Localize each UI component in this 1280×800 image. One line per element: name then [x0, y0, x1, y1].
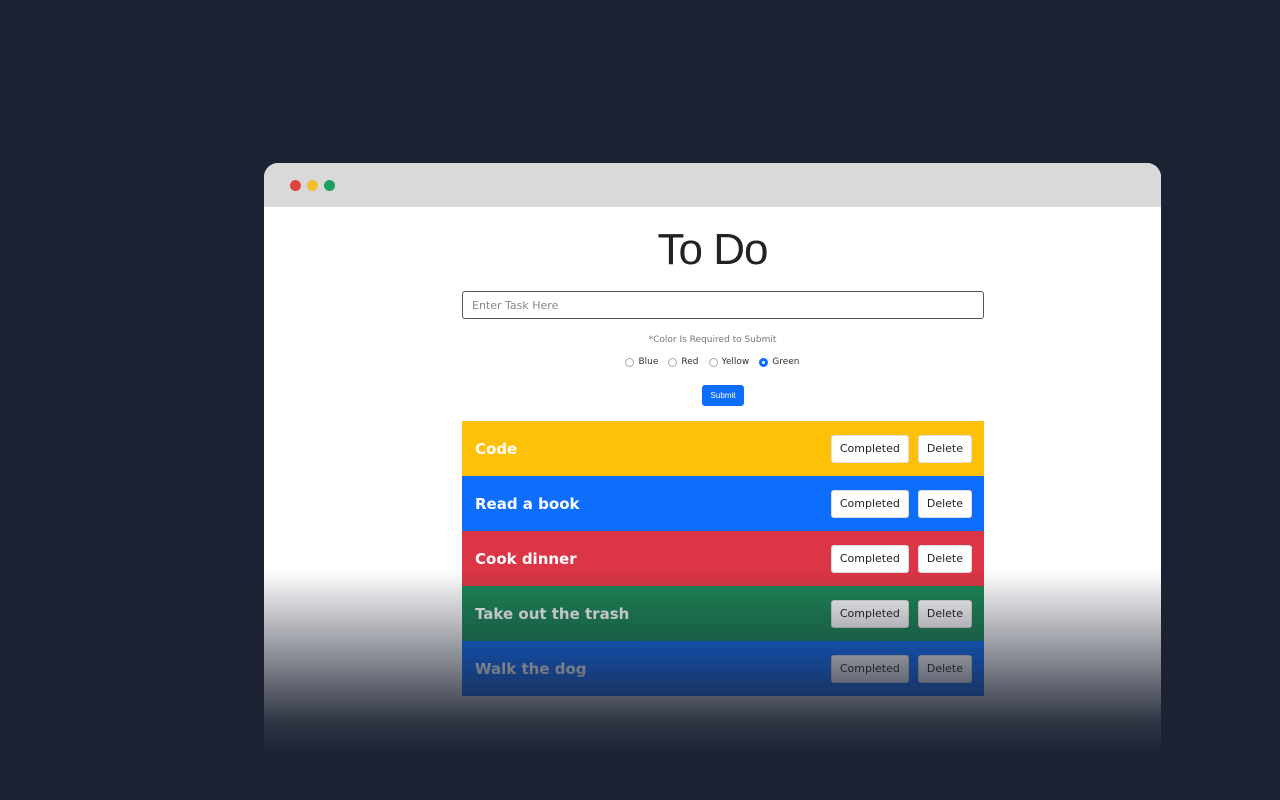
task-name: Read a book: [475, 494, 580, 513]
radio-yellow[interactable]: Yellow: [708, 357, 750, 367]
delete-button[interactable]: Delete: [917, 544, 972, 573]
title-bar: [264, 163, 1161, 207]
task-name: Code: [475, 439, 518, 458]
radio-green[interactable]: Green: [759, 357, 800, 367]
radio-label: Yellow: [721, 357, 750, 367]
completed-button[interactable]: Completed: [830, 434, 909, 463]
radio-label: Blue: [638, 357, 659, 367]
delete-button[interactable]: Delete: [917, 489, 972, 518]
radio-circle-icon[interactable]: [708, 357, 718, 367]
task-item: Walk the dog Completed Delete: [462, 641, 984, 696]
color-required-note: *Color Is Required to Submit: [648, 335, 777, 345]
radio-circle-icon[interactable]: [759, 357, 769, 367]
completed-button[interactable]: Completed: [830, 489, 909, 518]
task-item: Read a book Completed Delete: [462, 476, 984, 531]
completed-button[interactable]: Completed: [830, 654, 909, 683]
maximize-dot-icon[interactable]: [324, 180, 335, 191]
task-name: Take out the trash: [475, 604, 630, 623]
radio-circle-icon[interactable]: [668, 357, 678, 367]
task-item: Cook dinner Completed Delete: [462, 531, 984, 586]
radio-red[interactable]: Red: [668, 357, 699, 367]
radio-label: Red: [681, 357, 699, 367]
task-item: Code Completed Delete: [462, 421, 984, 476]
task-item: Take out the trash Completed Delete: [462, 586, 984, 641]
radio-label: Green: [772, 357, 800, 367]
page-title: To Do: [657, 225, 769, 274]
browser-window: To Do *Color Is Required to Submit Blue R…: [264, 163, 1161, 763]
delete-button[interactable]: Delete: [917, 654, 972, 683]
task-list: Code Completed Delete Read a book Completed D…: [462, 421, 984, 696]
minimize-dot-icon[interactable]: [307, 180, 318, 191]
delete-button[interactable]: Delete: [917, 599, 972, 628]
task-input[interactable]: [462, 291, 984, 319]
close-dot-icon[interactable]: [290, 180, 301, 191]
color-radio-group: Blue Red Yellow Green: [264, 357, 1161, 367]
radio-circle-icon[interactable]: [625, 357, 635, 367]
task-name: Cook dinner: [475, 549, 577, 568]
task-name: Walk the dog: [475, 659, 587, 678]
submit-button[interactable]: Submit: [702, 385, 744, 406]
completed-button[interactable]: Completed: [830, 544, 909, 573]
delete-button[interactable]: Delete: [917, 434, 972, 463]
completed-button[interactable]: Completed: [830, 599, 909, 628]
radio-blue[interactable]: Blue: [625, 357, 658, 367]
